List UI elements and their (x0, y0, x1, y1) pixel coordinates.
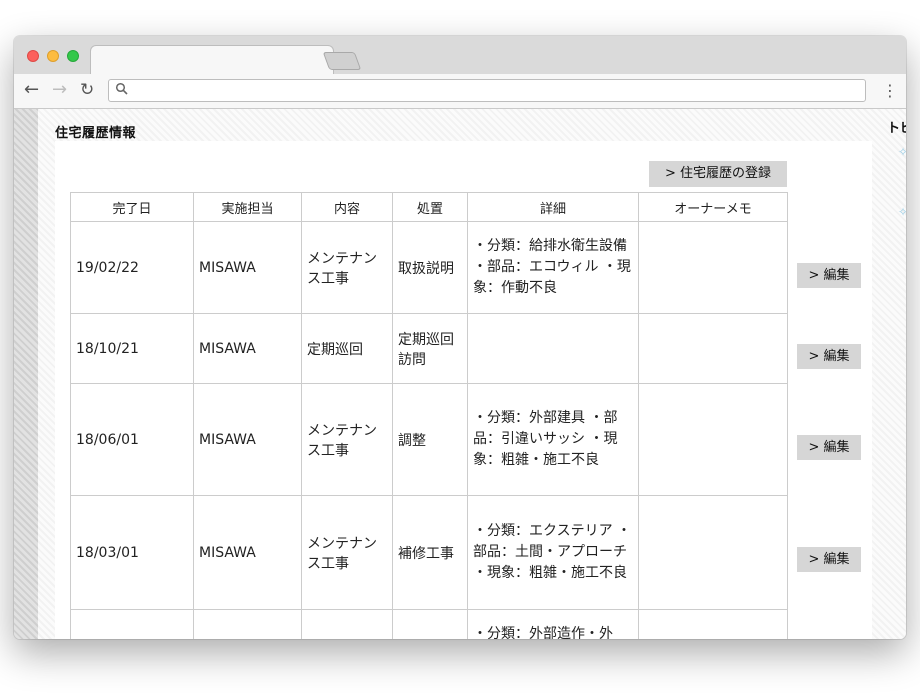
minimize-window-button[interactable] (47, 50, 59, 62)
cell-owner-memo (638, 313, 788, 384)
cell-detail: ・分類：外部造作・外 (467, 609, 639, 639)
tab-bar (14, 36, 906, 76)
cell-date: 18/10/21 (70, 313, 194, 384)
edit-button[interactable]: > 編集 (797, 344, 861, 369)
cell-owner-memo (638, 383, 788, 496)
column-header-staff: 実施担当 (193, 192, 302, 222)
edit-button[interactable]: > 編集 (797, 263, 861, 288)
cell-date: 18/03/01 (70, 495, 194, 610)
column-header-owner-memo: オーナーメモ (638, 192, 788, 222)
cell-staff: MISAWA (193, 221, 302, 314)
cell-action (392, 609, 468, 639)
link-marker-icon[interactable]: ✧ (898, 145, 906, 159)
table-row: 18/06/01 MISAWA メンテナンス工事 調整 ・分類：外部建具 ・部品… (70, 383, 788, 496)
cell-content: 定期巡回 (301, 313, 393, 384)
cell-content: メンテナンス工事 (301, 383, 393, 496)
page-viewport: 住宅履歴情報 トピ ✧ ✧ > 住宅履歴の登録 完了日 実施担当 内容 処置 詳… (14, 109, 906, 639)
cell-staff (193, 609, 302, 639)
close-window-button[interactable] (27, 50, 39, 62)
section-title: 住宅履歴情報 (55, 126, 137, 141)
history-panel: > 住宅履歴の登録 完了日 実施担当 内容 処置 詳細 オーナーメモ 19/02… (55, 141, 872, 639)
cell-date (70, 609, 194, 639)
table-row: ・分類：外部造作・外 (70, 609, 788, 639)
link-marker-icon[interactable]: ✧ (898, 205, 906, 219)
cell-content (301, 609, 393, 639)
cell-owner-memo (638, 221, 788, 314)
back-arrow-icon[interactable]: ← (24, 80, 39, 100)
new-tab-button[interactable] (322, 52, 362, 70)
cell-action: 調整 (392, 383, 468, 496)
cell-staff: MISAWA (193, 495, 302, 610)
cell-content: メンテナンス工事 (301, 221, 393, 314)
address-bar[interactable] (108, 79, 866, 102)
cell-content: メンテナンス工事 (301, 495, 393, 610)
column-header-action: 処置 (392, 192, 468, 222)
browser-toolbar: ← → ↻ ⋮ (14, 74, 906, 109)
cell-action: 補修工事 (392, 495, 468, 610)
cell-detail: ・分類：給排水衛生設備 ・部品：エコウィル ・現象：作動不良 (467, 221, 639, 314)
cell-detail: ・分類：エクステリア ・部品：土間・アプローチ ・現象：粗雑・施工不良 (467, 495, 639, 610)
column-header-date: 完了日 (70, 192, 194, 222)
cell-staff: MISAWA (193, 313, 302, 384)
left-sidebar-strip (14, 109, 38, 639)
browser-window: ← → ↻ ⋮ 住宅履歴情報 トピ ✧ ✧ > 住宅履歴の登録 (14, 36, 906, 639)
zoom-window-button[interactable] (67, 50, 79, 62)
edit-button[interactable]: > 編集 (797, 435, 861, 460)
edit-button[interactable]: > 編集 (797, 547, 861, 572)
cell-owner-memo (638, 609, 788, 639)
table-header-row: 完了日 実施担当 内容 処置 詳細 オーナーメモ (70, 192, 788, 222)
cell-detail (467, 313, 639, 384)
cell-action: 定期巡回訪問 (392, 313, 468, 384)
forward-arrow-icon[interactable]: → (52, 80, 67, 100)
reload-icon[interactable]: ↻ (80, 80, 94, 100)
active-tab[interactable] (90, 45, 334, 76)
table-row: 19/02/22 MISAWA メンテナンス工事 取扱説明 ・分類：給排水衛生設… (70, 221, 788, 314)
column-header-content: 内容 (301, 192, 393, 222)
column-header-detail: 詳細 (467, 192, 639, 222)
cell-staff: MISAWA (193, 383, 302, 496)
search-icon (115, 82, 128, 95)
topics-heading: トピ (887, 121, 906, 136)
register-history-button[interactable]: > 住宅履歴の登録 (649, 161, 787, 187)
history-table: 完了日 実施担当 内容 処置 詳細 オーナーメモ 19/02/22 MISAWA… (70, 192, 788, 639)
cell-date: 18/06/01 (70, 383, 194, 496)
cell-detail: ・分類：外部建具 ・部品：引違いサッシ ・現象：粗雑・施工不良 (467, 383, 639, 496)
cell-action: 取扱説明 (392, 221, 468, 314)
cell-owner-memo (638, 495, 788, 610)
table-row: 18/10/21 MISAWA 定期巡回 定期巡回訪問 (70, 313, 788, 384)
table-row: 18/03/01 MISAWA メンテナンス工事 補修工事 ・分類：エクステリア… (70, 495, 788, 610)
cell-date: 19/02/22 (70, 221, 194, 314)
browser-menu-icon[interactable]: ⋮ (882, 82, 898, 100)
